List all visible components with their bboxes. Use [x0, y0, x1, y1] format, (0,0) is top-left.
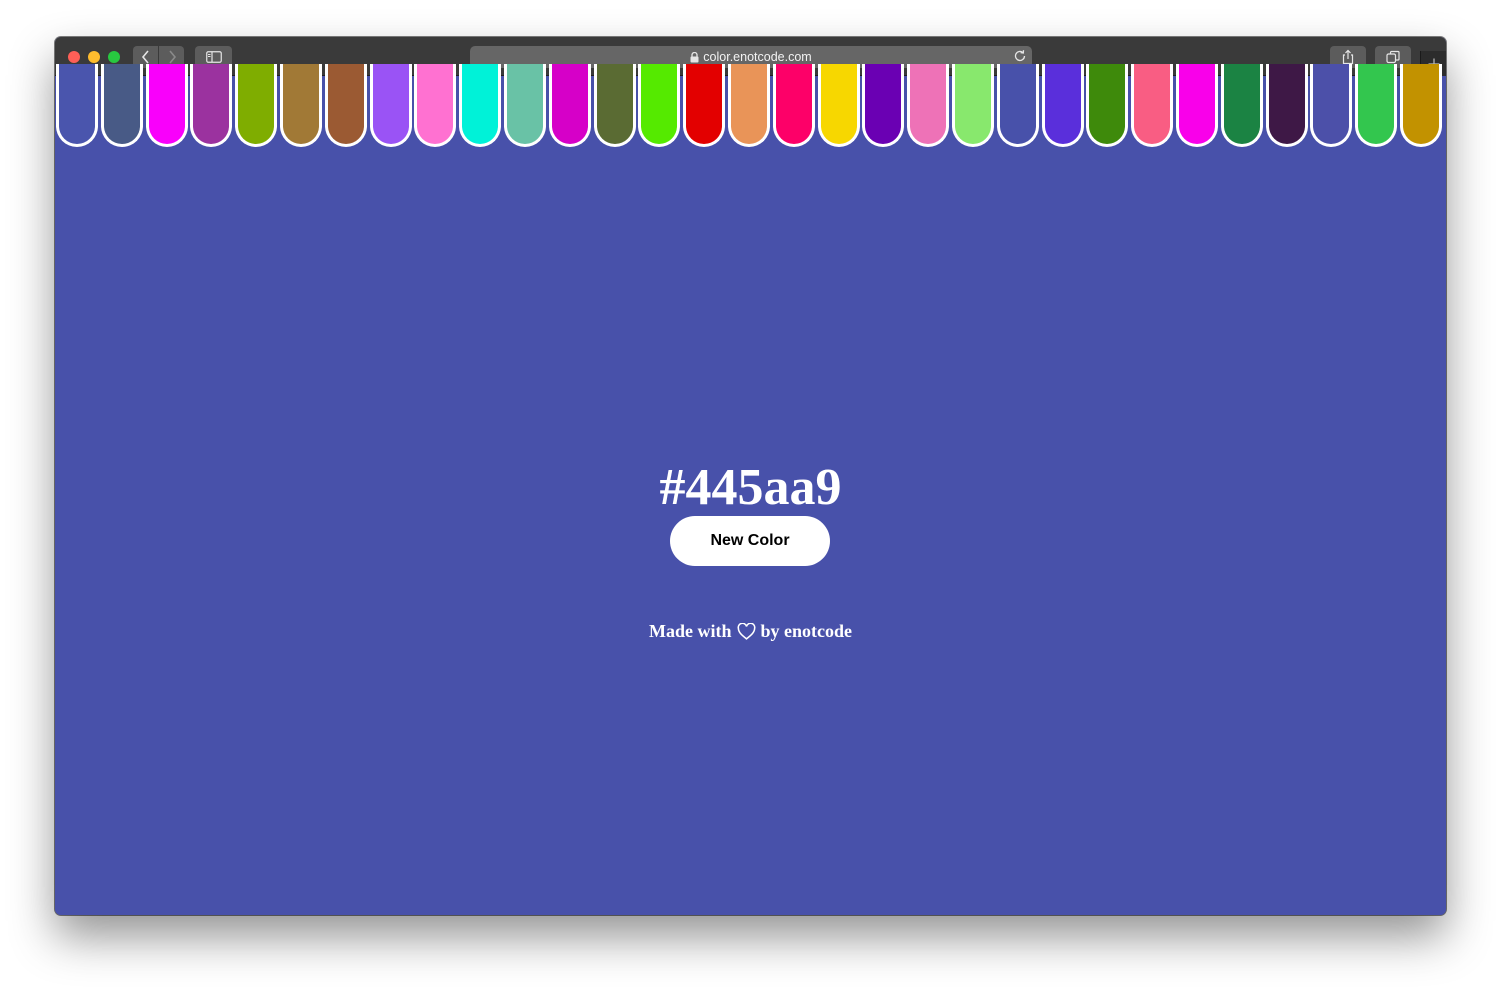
color-swatch[interactable]: [549, 64, 591, 147]
color-swatch[interactable]: [1042, 64, 1084, 147]
reload-icon[interactable]: [1012, 48, 1028, 64]
chevron-left-icon: [141, 50, 149, 64]
color-swatch[interactable]: [1310, 64, 1352, 147]
browser-window: color.enotcode.com #445aa9 New Color Mad…: [55, 37, 1446, 915]
color-swatch[interactable]: [1355, 64, 1397, 147]
footer-credit: Made with by enotcode: [55, 621, 1446, 642]
color-history-strip: [55, 64, 1446, 148]
color-swatch[interactable]: [997, 64, 1039, 147]
color-swatch[interactable]: [280, 64, 322, 147]
chevron-right-icon: [168, 50, 176, 64]
close-window-button[interactable]: [68, 51, 80, 63]
color-swatch[interactable]: [370, 64, 412, 147]
color-swatch[interactable]: [1086, 64, 1128, 147]
tabs-icon: [1386, 50, 1400, 64]
color-swatch[interactable]: [504, 64, 546, 147]
color-swatch[interactable]: [146, 64, 188, 147]
url-text: color.enotcode.com: [703, 50, 812, 64]
color-swatch[interactable]: [638, 64, 680, 147]
lock-icon: [690, 51, 699, 62]
color-swatch[interactable]: [1131, 64, 1173, 147]
color-hex-title: #445aa9: [659, 459, 842, 516]
color-swatch[interactable]: [414, 64, 456, 147]
color-swatch[interactable]: [1176, 64, 1218, 147]
color-swatch[interactable]: [1400, 64, 1442, 147]
color-swatch[interactable]: [862, 64, 904, 147]
color-swatch[interactable]: [773, 64, 815, 147]
new-color-button[interactable]: New Color: [670, 516, 830, 566]
share-icon: [1342, 49, 1354, 65]
color-swatch[interactable]: [594, 64, 636, 147]
credit-prefix: Made with: [649, 621, 732, 641]
color-swatch[interactable]: [683, 64, 725, 147]
color-swatch[interactable]: [818, 64, 860, 147]
color-swatch[interactable]: [459, 64, 501, 147]
color-swatch[interactable]: [728, 64, 770, 147]
color-swatch[interactable]: [190, 64, 232, 147]
minimize-window-button[interactable]: [88, 51, 100, 63]
sidebar-icon: [205, 51, 222, 63]
color-swatch[interactable]: [235, 64, 277, 147]
color-swatch[interactable]: [1221, 64, 1263, 147]
heart-icon: [737, 623, 755, 640]
credit-suffix: by enotcode: [760, 621, 853, 641]
color-swatch[interactable]: [907, 64, 949, 147]
color-swatch[interactable]: [952, 64, 994, 147]
color-swatch[interactable]: [101, 64, 143, 147]
color-swatch[interactable]: [1266, 64, 1308, 147]
maximize-window-button[interactable]: [108, 51, 120, 63]
color-swatch[interactable]: [56, 64, 98, 147]
page-content: #445aa9 New Color Made with by enotcode: [55, 64, 1446, 915]
color-swatch[interactable]: [325, 64, 367, 147]
